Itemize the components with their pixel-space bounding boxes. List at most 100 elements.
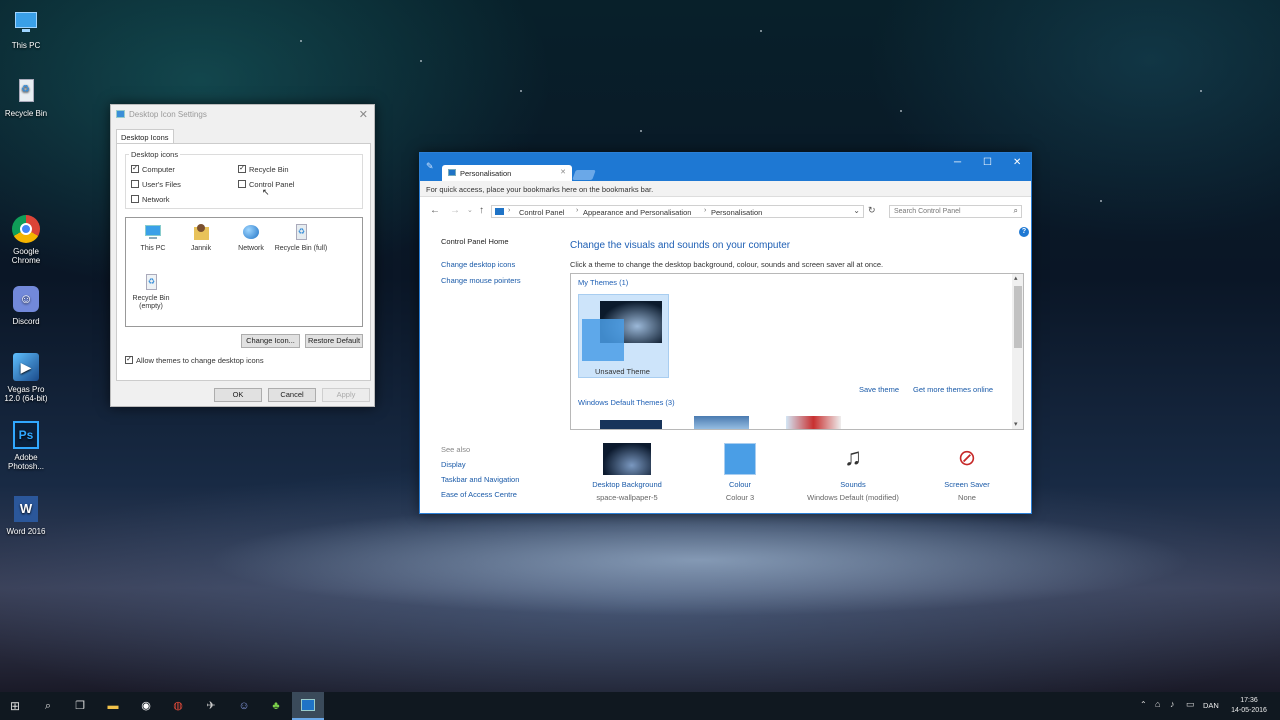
scrollbar-thumb[interactable] bbox=[1014, 286, 1022, 348]
screen-saver-option[interactable]: ⊘ Screen Saver None bbox=[910, 438, 1024, 508]
taskbar-navigation-link[interactable]: Taskbar and Navigation bbox=[441, 475, 519, 484]
control-panel-home-link[interactable]: Control Panel Home bbox=[441, 237, 509, 246]
option-label: Screen Saver bbox=[944, 480, 990, 489]
search-input[interactable]: Search Control Panel ⌕ bbox=[889, 205, 1022, 218]
scroll-down-icon[interactable]: ▾ bbox=[1014, 420, 1018, 428]
discord-icon[interactable]: ☺ bbox=[234, 696, 254, 716]
user-folder-icon bbox=[191, 222, 211, 242]
cancel-button[interactable]: Cancel bbox=[268, 388, 316, 402]
language-indicator[interactable]: DAN bbox=[1203, 701, 1219, 710]
back-arrow-icon[interactable]: ← bbox=[430, 205, 440, 216]
maximize-icon[interactable]: ☐ bbox=[983, 157, 992, 168]
desktop-background-thumbnail bbox=[603, 443, 651, 475]
control-panel-icon bbox=[495, 208, 504, 215]
save-theme-link[interactable]: Save theme bbox=[859, 385, 899, 394]
theme-unsaved[interactable]: Unsaved Theme bbox=[578, 294, 669, 378]
icon-item-network[interactable]: Network bbox=[224, 222, 278, 253]
scroll-up-icon[interactable]: ▴ bbox=[1014, 274, 1018, 282]
bookmarks-hint: For quick access, place your bookmarks h… bbox=[426, 185, 654, 194]
desktop-icon-this-pc[interactable]: This PC bbox=[0, 8, 52, 50]
scrollbar[interactable]: ▴ ▾ bbox=[1012, 274, 1023, 429]
checkbox-network[interactable] bbox=[131, 195, 139, 203]
volume-icon[interactable]: ♪ bbox=[1170, 699, 1175, 709]
recycle-bin-full-icon: ♻ bbox=[291, 222, 311, 242]
refresh-icon[interactable]: ↻ bbox=[868, 205, 876, 216]
settings-app-icon bbox=[116, 110, 125, 118]
show-hidden-icons-icon[interactable]: ⌃ bbox=[1140, 700, 1147, 709]
opera-icon[interactable]: ◉ bbox=[136, 696, 156, 716]
change-icon-button[interactable]: Change Icon... bbox=[241, 334, 300, 348]
option-label: Colour bbox=[728, 480, 752, 489]
change-desktop-icons-link[interactable]: Change desktop icons bbox=[441, 260, 515, 269]
chevron-down-icon[interactable]: ⌄ bbox=[853, 206, 860, 215]
theme-thumbnail[interactable] bbox=[786, 416, 841, 429]
up-arrow-icon[interactable]: ↑ bbox=[479, 205, 484, 216]
help-icon[interactable]: ? bbox=[1019, 227, 1029, 237]
start-windows-icon[interactable]: ⊞ bbox=[5, 696, 25, 716]
desktop-icon-google-chrome[interactable]: Google Chrome bbox=[0, 214, 52, 265]
close-icon[interactable]: ✕ bbox=[359, 108, 368, 121]
search-icon[interactable]: ⌕ bbox=[1014, 206, 1018, 216]
sounds-option[interactable]: ♫ Sounds Windows Default (modified) bbox=[796, 438, 910, 508]
vegas-pro-icon: ▶ bbox=[11, 352, 41, 382]
breadcrumb-appearance[interactable]: Appearance and Personalisation bbox=[583, 208, 691, 217]
task-view-icon[interactable]: ❐ bbox=[70, 696, 90, 716]
change-mouse-pointers-link[interactable]: Change mouse pointers bbox=[441, 276, 521, 285]
chrome-icon[interactable]: ◍ bbox=[168, 696, 188, 716]
network-tray-icon[interactable]: ⌂ bbox=[1155, 699, 1160, 709]
apply-button[interactable]: Apply bbox=[322, 388, 370, 402]
icon-item-this-pc[interactable]: This PC bbox=[126, 222, 180, 253]
default-themes-heading: Windows Default Themes (3) bbox=[578, 398, 675, 407]
desktop-background-option[interactable]: Desktop Background space-wallpaper-5 bbox=[570, 438, 684, 508]
tab-personalisation[interactable]: Personalisation ✕ bbox=[442, 165, 572, 181]
checkbox-computer[interactable]: ✓ bbox=[131, 165, 139, 173]
recent-pages-icon[interactable]: ⌄ bbox=[467, 206, 473, 214]
clover-icon[interactable]: ♣ bbox=[266, 696, 286, 716]
monitor-icon bbox=[11, 8, 41, 38]
checkbox-label: User's Files bbox=[142, 180, 181, 189]
checkbox-users-files[interactable] bbox=[131, 180, 139, 188]
icon-list[interactable]: This PC Jannik Network ♻ Recycle Bin (fu… bbox=[125, 217, 363, 327]
icon-item-recycle-bin-empty[interactable]: ♻ Recycle Bin (empty) bbox=[124, 272, 178, 311]
restore-default-button[interactable]: Restore Default bbox=[305, 334, 363, 348]
monitor-icon bbox=[143, 222, 163, 242]
display-link[interactable]: Display bbox=[441, 460, 466, 469]
pin-icon[interactable]: ✎ bbox=[426, 161, 434, 172]
desktop-icon-word-2016[interactable]: W Word 2016 bbox=[0, 494, 52, 536]
breadcrumb-control-panel[interactable]: Control Panel bbox=[519, 208, 564, 217]
new-tab-button[interactable] bbox=[572, 170, 596, 180]
desktop-icon-recycle-bin[interactable]: ♻ Recycle Bin bbox=[0, 76, 52, 118]
close-tab-icon[interactable]: ✕ bbox=[560, 168, 566, 176]
control-panel-icon bbox=[448, 169, 456, 176]
speaker-music-icon: ♫ bbox=[844, 444, 862, 471]
ok-button[interactable]: OK bbox=[214, 388, 262, 402]
get-more-themes-link[interactable]: Get more themes online bbox=[913, 385, 993, 394]
forward-arrow-icon[interactable]: → bbox=[450, 205, 460, 216]
search-icon[interactable]: ⌕ bbox=[38, 696, 58, 716]
minimize-icon[interactable]: ─ bbox=[954, 157, 961, 168]
file-explorer-icon[interactable]: ▬ bbox=[103, 696, 123, 716]
theme-list[interactable]: My Themes (1) Unsaved Theme Save theme G… bbox=[570, 273, 1024, 430]
checkbox-control-panel[interactable] bbox=[238, 180, 246, 188]
taskbar-control-panel-active[interactable] bbox=[292, 692, 324, 720]
my-themes-heading: My Themes (1) bbox=[578, 278, 629, 287]
breadcrumb[interactable]: › Control Panel › Appearance and Persona… bbox=[491, 205, 864, 218]
checkbox-allow-themes[interactable]: ✓ bbox=[125, 356, 133, 364]
desktop-icon-vegas-pro[interactable]: ▶ Vegas Pro 12.0 (64-bit) bbox=[0, 352, 52, 403]
theme-thumbnail[interactable] bbox=[694, 416, 749, 429]
colour-option[interactable]: Colour Colour 3 bbox=[683, 438, 797, 508]
desktop-icon-discord[interactable]: ☺ Discord bbox=[0, 284, 52, 326]
breadcrumb-personalisation[interactable]: Personalisation bbox=[711, 208, 762, 217]
battery-icon[interactable]: ▭ bbox=[1186, 699, 1195, 710]
desktop-icon-settings-dialog: Desktop Icon Settings ✕ Desktop Icons De… bbox=[110, 104, 375, 407]
ease-of-access-link[interactable]: Ease of Access Centre bbox=[441, 490, 517, 499]
icon-item-jannik[interactable]: Jannik bbox=[174, 222, 228, 253]
personalisation-window: ✎ Personalisation ✕ ─ ☐ ✕ For quick acce… bbox=[419, 152, 1032, 514]
app-icon[interactable]: ✈ bbox=[201, 696, 221, 716]
icon-item-recycle-bin-full[interactable]: ♻ Recycle Bin (full) bbox=[274, 222, 328, 253]
theme-thumbnail[interactable] bbox=[600, 420, 662, 429]
desktop-icon-photoshop[interactable]: Ps Adobe Photosh... bbox=[0, 420, 52, 471]
checkbox-recycle-bin[interactable]: ✓ bbox=[238, 165, 246, 173]
close-icon[interactable]: ✕ bbox=[1013, 157, 1021, 168]
clock[interactable]: 17:36 14-05-2016 bbox=[1228, 696, 1270, 716]
